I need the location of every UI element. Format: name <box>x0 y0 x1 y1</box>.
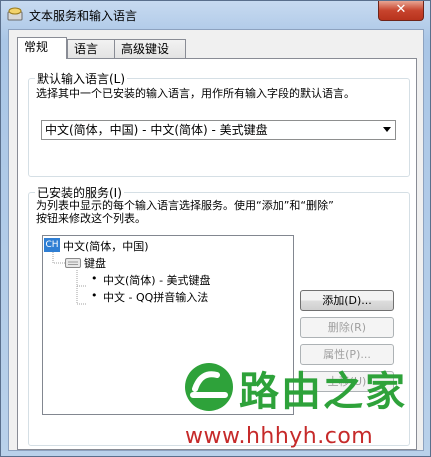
tab-language-bar[interactable]: 语言栏 <box>67 39 115 74</box>
close-button[interactable]: ✕ <box>378 1 424 21</box>
watermark-url: www.hhhyh.com <box>185 424 374 449</box>
tree-bullet-icon: • <box>91 272 98 285</box>
watermark-logo-text: 路由之家 <box>239 369 407 415</box>
dialog-window: 文本服务和输入语言 ✕ 常规 语言栏 高级键设置 默认输入语言(L) 选择其中一… <box>0 0 431 457</box>
installed-services-description-line1: 为列表中显示的每个输入语言选择服务。使用“添加”和“删除” <box>36 199 334 212</box>
language-badge-icon: CH <box>44 238 60 252</box>
keyboard-icon <box>7 7 23 21</box>
tab-general[interactable]: 常规 <box>17 37 67 59</box>
tab-advanced-key-settings[interactable]: 高级键设置 <box>114 39 186 74</box>
add-button[interactable]: 添加(D)... <box>300 290 394 311</box>
title-bar: 文本服务和输入语言 ✕ <box>1 1 430 27</box>
default-language-label: 默认输入语言(L) <box>35 70 128 87</box>
chevron-down-icon <box>383 127 391 132</box>
default-language-value: 中文(简体，中国) - 中文(简体) - 美式键盘 <box>45 123 268 137</box>
tree-item-us-keyboard[interactable]: 中文(简体) - 美式键盘 <box>103 272 211 288</box>
default-language-description: 选择其中一个已安装的输入语言，用作所有输入字段的默认语言。 <box>36 87 355 100</box>
tree-bullet-icon: • <box>91 289 98 302</box>
watermark-logo: 路由之家 <box>179 353 427 423</box>
installed-services-description-line2: 按钮来修改这个列表。 <box>36 212 146 225</box>
tree-node-keyboard[interactable]: 键盘 <box>84 255 106 271</box>
tree-item-qq-pinyin[interactable]: 中文 - QQ拼音输入法 <box>103 289 208 305</box>
default-language-select[interactable]: 中文(简体，中国) - 中文(简体) - 美式键盘 <box>41 120 396 140</box>
remove-button[interactable]: 删除(R) <box>300 317 394 338</box>
window-title: 文本服务和输入语言 <box>29 9 138 23</box>
keyboard-category-icon <box>65 258 81 268</box>
